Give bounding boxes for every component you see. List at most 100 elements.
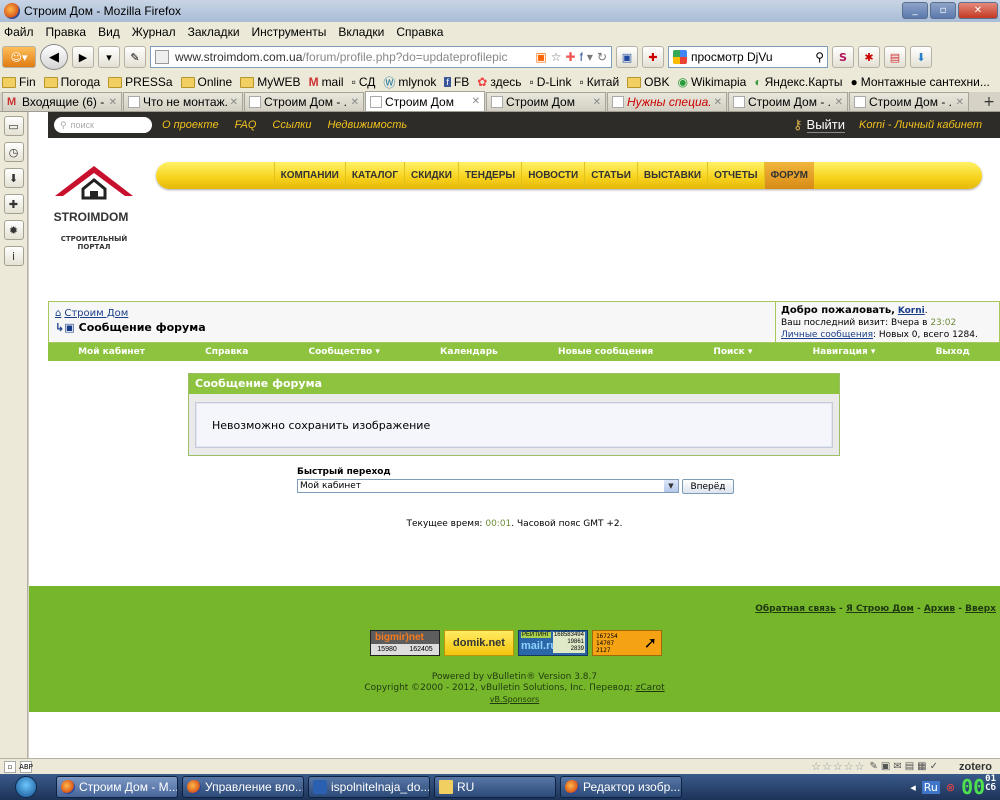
close-tab-icon[interactable]: ✕	[109, 97, 117, 108]
facebook-share-icon[interactable]: f	[580, 50, 583, 64]
personal-cabinet-link[interactable]: Korni - Личный кабинет	[859, 119, 982, 131]
link-realty[interactable]: Недвижимость	[327, 119, 407, 131]
tab[interactable]: MВходящие (6) - ...✕	[2, 92, 122, 111]
puzzle-icon[interactable]: ✚	[3, 194, 24, 214]
menu-file[interactable]: Файл	[4, 25, 34, 39]
close-tab-icon[interactable]: ✕	[956, 97, 964, 108]
translator-link[interactable]: zCarot	[636, 683, 665, 693]
logout-link[interactable]: ⚷ Выйти	[793, 117, 846, 133]
nav-help[interactable]: Справка	[205, 347, 248, 357]
reload-icon[interactable]: ↻	[597, 50, 607, 64]
quick-jump-select[interactable]: Мой кабинет ▼	[297, 479, 679, 493]
menu-view[interactable]: Вид	[98, 25, 120, 39]
antivirus-icon[interactable]: ⊗	[946, 781, 955, 794]
nav-navigation[interactable]: Навигация ▾	[813, 347, 876, 357]
private-messages-link[interactable]: Личные сообщения	[781, 330, 873, 340]
gear-icon[interactable]: ✹	[3, 220, 24, 240]
info-icon[interactable]: i	[3, 246, 24, 266]
taskbar-item[interactable]: Строим Дом - М...	[56, 776, 178, 798]
taskbar-item[interactable]: RU	[434, 776, 556, 798]
footer-link-top[interactable]: Вверх	[965, 604, 996, 614]
sponsors-link[interactable]: vB.Sponsors	[29, 694, 1000, 705]
bookmark-item[interactable]: ✿ здесь	[477, 75, 521, 89]
menu-discounts[interactable]: СКИДКИ	[404, 162, 458, 189]
close-tab-icon[interactable]: ✕	[351, 97, 359, 108]
close-tab-icon[interactable]: ✕	[714, 97, 722, 108]
close-tab-icon[interactable]: ✕	[230, 97, 238, 108]
clock[interactable]: 0001 Сб	[961, 775, 996, 800]
taskbar-item[interactable]: Редактор изобр...	[560, 776, 682, 798]
history-dropdown-button[interactable]: ▾	[98, 46, 120, 68]
sidebar-panel-icon[interactable]: ▭	[3, 116, 24, 136]
bookmark-item[interactable]: f FB	[444, 75, 469, 89]
nav-community[interactable]: Сообщество ▾	[309, 347, 380, 357]
addon-red-cross-button[interactable]: ✚	[642, 46, 664, 68]
link-links[interactable]: Ссылки	[272, 119, 311, 131]
site-logo[interactable]: STROIMDOM СТРОИТЕЛЬНЫЙ ПОРТАЛ	[49, 162, 139, 252]
start-button[interactable]	[0, 774, 52, 800]
mailru-counter[interactable]: РЕЙТИНГ mail.ru 168583494 19861 2839	[518, 630, 588, 656]
menu-news[interactable]: НОВОСТИ	[521, 162, 584, 189]
close-tab-icon[interactable]: ✕	[593, 97, 601, 108]
bookmark-item[interactable]: ▫ Китай	[579, 75, 619, 89]
rating-stars[interactable]: ☆☆☆☆☆	[811, 760, 865, 773]
bookmark-item[interactable]: ▫ D-Link	[530, 75, 572, 89]
minimize-button[interactable]: _	[902, 2, 928, 19]
username-link[interactable]: Korni	[898, 306, 925, 316]
menu-tabs[interactable]: Вкладки	[338, 25, 384, 39]
addon-icon[interactable]: ✎	[124, 46, 146, 68]
tab[interactable]: Строим Дом - ... ✕	[728, 92, 848, 111]
bookmark-item[interactable]: ● Монтажные сантехни...	[850, 75, 989, 89]
language-indicator[interactable]: Ru	[921, 780, 940, 794]
bookmark-item[interactable]: Ⓦmlynok	[383, 74, 436, 91]
download-addon-button[interactable]: ⬇	[910, 46, 932, 68]
chevron-down-icon[interactable]: ▼	[664, 480, 678, 492]
search-input[interactable]: просмотр DjVu	[691, 50, 773, 64]
taskbar-item[interactable]: ispolnitelnaja_do...	[308, 776, 430, 798]
menu-bookmarks[interactable]: Закладки	[188, 25, 240, 39]
tab[interactable]: Нужны специа... ✕	[607, 92, 727, 111]
star-addon-button[interactable]: ✱	[858, 46, 880, 68]
menu-catalog[interactable]: КАТАЛОГ	[344, 162, 404, 189]
link-about[interactable]: О проекте	[162, 119, 219, 131]
nav-calendar[interactable]: Календарь	[440, 347, 498, 357]
bookmark-item[interactable]: ◐ Яндекс.Карты	[754, 75, 842, 89]
status-page-icon[interactable]: ▫	[4, 760, 16, 773]
rss-icon[interactable]: ▣	[535, 50, 546, 64]
footer-link-archive[interactable]: Архив	[924, 604, 955, 614]
history-clock-icon[interactable]: ◷	[3, 142, 24, 162]
link-faq[interactable]: FAQ	[235, 119, 257, 131]
status-abp-icon[interactable]: ABP	[19, 760, 33, 773]
tab-active[interactable]: Строим Дом ✕	[365, 91, 485, 111]
site-search-input[interactable]: ⚲ поиск	[54, 117, 152, 133]
tab[interactable]: Строим Дом - ... ✕	[849, 92, 969, 111]
save-page-button[interactable]: ▣	[616, 46, 638, 68]
nav-my-cabinet[interactable]: Мой кабинет	[78, 347, 145, 357]
taskbar-item[interactable]: Управление вло...	[182, 776, 304, 798]
menu-help[interactable]: Справка	[396, 25, 443, 39]
close-window-button[interactable]: ✕	[958, 2, 998, 19]
menu-companies[interactable]: КОМПАНИИ	[273, 162, 345, 189]
menu-forum[interactable]: ФОРУМ	[763, 162, 814, 189]
tray-expand-icon[interactable]: ◂	[910, 781, 916, 794]
breadcrumb-home[interactable]: ⌂ Строим Дом	[55, 308, 769, 319]
liveinternet-counter[interactable]: 167254 14707 2127 ➚	[592, 630, 662, 656]
bookmark-item[interactable]: ◉ Wikimapia	[678, 75, 747, 89]
footer-link-feedback[interactable]: Обратная связь	[755, 604, 836, 614]
plus-addon-icon[interactable]: ✚	[566, 50, 576, 64]
menu-articles[interactable]: СТАТЬИ	[584, 162, 637, 189]
bookmark-item[interactable]: Fin	[2, 75, 36, 89]
back-button[interactable]: ◀	[40, 44, 68, 70]
search-bar[interactable]: просмотр DjVu ⚲	[668, 46, 828, 68]
bookmark-item[interactable]: Mmail	[309, 75, 344, 89]
tab[interactable]: Строим Дом - ... ✕	[244, 92, 364, 111]
url-bar[interactable]: www.stroimdom.com.ua /forum/profile.php?…	[150, 46, 612, 68]
nav-search[interactable]: Поиск ▾	[713, 347, 752, 357]
close-tab-icon[interactable]: ✕	[835, 97, 843, 108]
bookmark-item[interactable]: Online	[180, 75, 232, 89]
bookmark-item[interactable]: PRESSa	[108, 75, 173, 89]
menu-edit[interactable]: Правка	[46, 25, 87, 39]
forward-button[interactable]: ▶	[72, 46, 94, 68]
url-dropdown-icon[interactable]: ▾	[587, 50, 593, 64]
pdf-addon-button[interactable]: ▤	[884, 46, 906, 68]
